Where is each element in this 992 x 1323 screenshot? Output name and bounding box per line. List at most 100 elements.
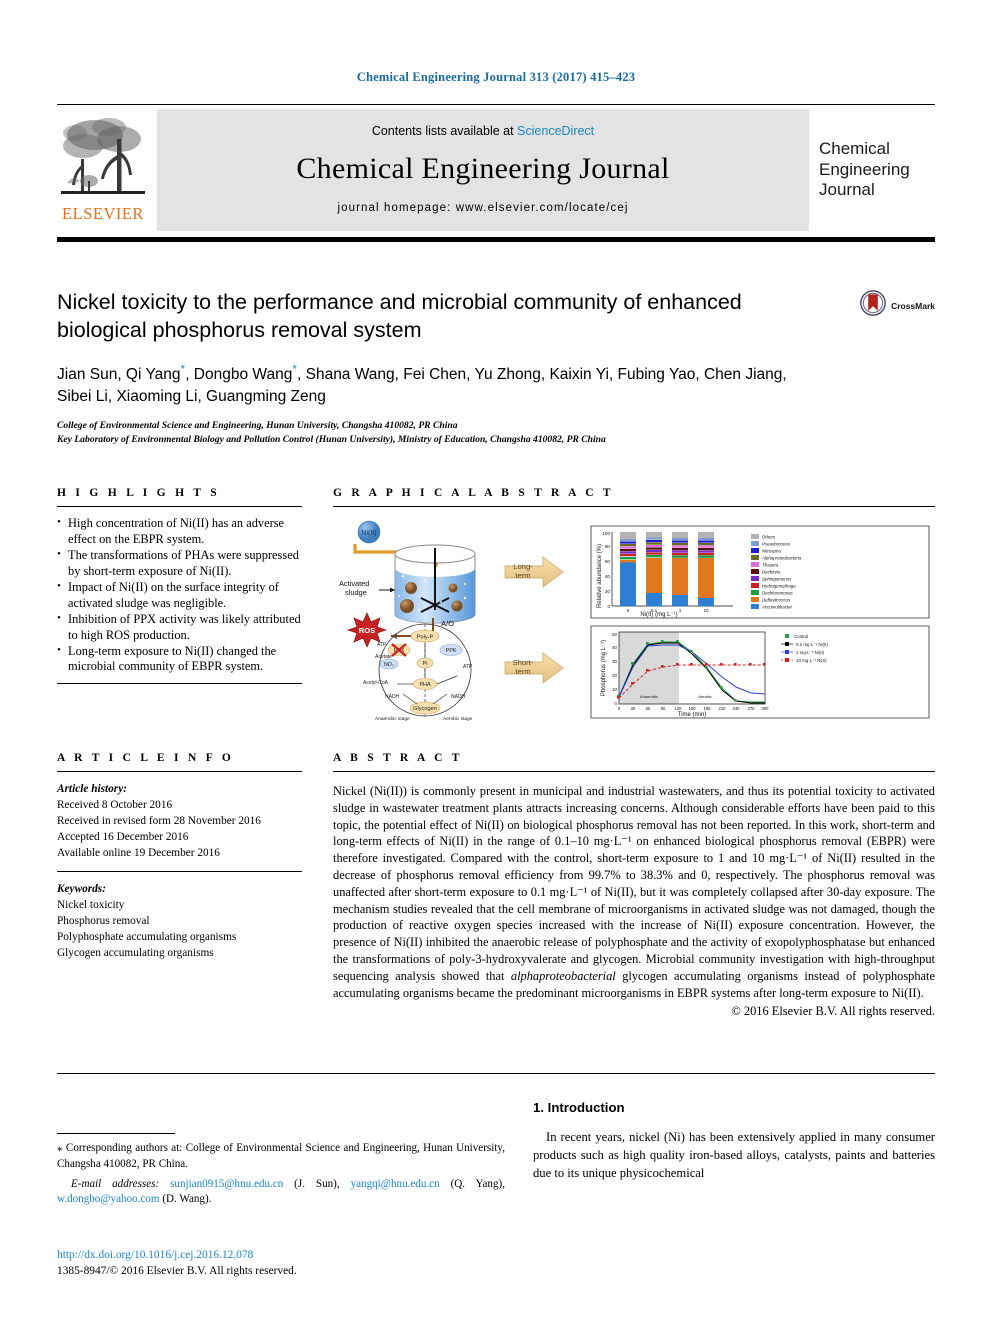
abstract-copyright: © 2016 Elsevier B.V. All rights reserved… — [731, 1004, 935, 1019]
svg-text:Nitrospira: Nitrospira — [762, 549, 781, 554]
email-link-2[interactable]: yangqi@hnu.edu.cn — [351, 1178, 440, 1190]
svg-text:Activated: Activated — [339, 579, 369, 588]
svg-text:80: 80 — [605, 544, 611, 549]
journal-cover-thumbnail: Chemical Engineering Journal — [819, 109, 935, 231]
highlights-list: High concentration of Ni(II) has an adve… — [57, 515, 302, 676]
contents-available-line: Contents lists available at ScienceDirec… — [372, 124, 594, 138]
svg-text:150: 150 — [689, 706, 697, 711]
svg-text:60: 60 — [605, 559, 611, 564]
svg-text:60: 60 — [646, 706, 651, 711]
list-item: Long-term exposure to Ni(II) changed the… — [57, 643, 302, 676]
graphical-abstract-section: G R A P H I C A L A B S T R A C T Ni(II)… — [333, 487, 935, 721]
list-item: High concentration of Ni(II) has an adve… — [57, 515, 302, 548]
svg-text:ROS: ROS — [359, 626, 375, 635]
long-term-arrow: Long- term — [504, 556, 564, 588]
svg-text:Aerobic stage: Aerobic stage — [443, 716, 473, 721]
author-list: Jian Sun, Qi Yang*, Dongbo Wang*, Shana … — [57, 361, 935, 408]
svg-text:Anaerobic stage: Anaerobic stage — [375, 716, 410, 721]
introduction-paragraph: In recent years, nickel (Ni) has been ex… — [533, 1130, 935, 1180]
abstract-text-italic: alphaproteobacterial — [510, 968, 616, 983]
abstract-heading: A B S T R A C T — [333, 752, 463, 764]
svg-text:Sphingomonas: Sphingomonas — [762, 577, 792, 582]
svg-text:40: 40 — [605, 574, 611, 579]
keyword-item: Nickel toxicity — [57, 899, 125, 912]
masthead-center: Contents lists available at ScienceDirec… — [157, 109, 809, 231]
svg-text:PPK: PPK — [446, 648, 457, 654]
article-info-rule — [57, 771, 302, 772]
email-link-3[interactable]: w.dongbo@yahoo.com — [57, 1193, 160, 1205]
article-info-section: A R T I C L E I N F O Article history: R… — [57, 752, 302, 961]
elsevier-wordmark: ELSEVIER — [62, 204, 144, 223]
svg-text:A/O: A/O — [441, 619, 454, 628]
svg-text:Ni(II) (mg L⁻¹): Ni(II) (mg L⁻¹) — [640, 612, 677, 618]
sciencedirect-link[interactable]: ScienceDirect — [517, 124, 594, 138]
email-addresses-note: E-mail addresses: sunjian0915@hnu.edu.cn… — [57, 1177, 505, 1209]
graphical-abstract-heading: G R A P H I C A L A B S T R A C T — [333, 487, 614, 499]
keywords-block: Keywords: Nickel toxicity Phosphorus rem… — [57, 881, 302, 961]
email-owner-2: (Q. Yang), — [439, 1177, 505, 1190]
svg-text:Aerobic: Aerobic — [698, 694, 712, 699]
relative-abundance-bar-chart: Relative abundance (%) Ni(II) (mg L⁻¹) 0… — [590, 525, 930, 619]
svg-text:180: 180 — [704, 706, 712, 711]
masthead-bottom-rule — [57, 237, 935, 242]
svg-text:1: 1 — [679, 608, 682, 613]
article-title-block: CrossMark Nickel toxicity to the perform… — [57, 288, 935, 447]
svg-text:1 mg·L⁻¹ Ni(II): 1 mg·L⁻¹ Ni(II) — [796, 650, 825, 655]
highlights-heading: H I G H L I G H T S — [57, 487, 220, 499]
issn-copyright-line: 1385-8947/© 2016 Elsevier B.V. All right… — [57, 1264, 297, 1277]
svg-text:Defluviicoccus: Defluviicoccus — [762, 598, 791, 603]
svg-text:sludge: sludge — [345, 588, 367, 597]
journal-homepage-link[interactable]: journal homepage: www.elsevier.com/locat… — [337, 202, 628, 214]
short-term-arrow: Short- term — [504, 652, 564, 684]
running-head: Chemical Engineering Journal 313 (2017) … — [356, 70, 636, 84]
affiliation-2: Key Laboratory of Environmental Biology … — [57, 433, 606, 445]
journal-article-first-page: Chemical Engineering Journal 313 (2017) … — [0, 0, 992, 1323]
svg-text:ATP: ATP — [463, 664, 473, 670]
cover-line-3: Journal — [819, 180, 875, 200]
svg-text:Relative abundance (%): Relative abundance (%) — [597, 544, 603, 608]
crossmark-label: CrossMark — [891, 300, 935, 311]
article-history: Article history: Received 8 October 2016… — [57, 781, 302, 861]
svg-text:Ni(II): Ni(II) — [361, 530, 376, 537]
elsevier-logo: ELSEVIER — [57, 109, 149, 231]
doi-block: http://dx.doi.org/10.1016/j.cej.2016.12.… — [57, 1248, 505, 1280]
svg-text:30: 30 — [612, 659, 617, 664]
authors-line-1b: , Dongbo Wang — [185, 365, 293, 383]
highlights-rule — [57, 506, 302, 507]
keywords-label: Keywords: — [57, 883, 106, 896]
svg-text:Poly-P: Poly-P — [417, 635, 434, 641]
svg-text:NADH: NADH — [451, 694, 466, 700]
svg-text:NO₃: NO₃ — [384, 662, 394, 668]
email-link-1[interactable]: sunjian0915@hnu.edu.cn — [170, 1178, 283, 1190]
highlights-section: H I G H L I G H T S High concentration o… — [57, 487, 302, 685]
journal-masthead: ELSEVIER Contents lists available at Sci… — [57, 104, 935, 242]
email-label: E-mail addresses: — [71, 1177, 160, 1190]
crossmark-badge[interactable]: CrossMark — [860, 290, 935, 321]
svg-text:40: 40 — [612, 645, 617, 650]
svg-text:20: 20 — [605, 589, 611, 594]
email-owner-3: (D. Wang). — [159, 1193, 212, 1206]
svg-text:10 mg·L⁻¹ Ni(II): 10 mg·L⁻¹ Ni(II) — [796, 658, 827, 663]
footnote-separator-rule — [57, 1133, 175, 1134]
svg-text:term: term — [515, 667, 530, 676]
svg-text:50: 50 — [612, 632, 617, 637]
contents-prefix: Contents lists available at — [371, 124, 518, 138]
affiliation-1: College of Environmental Science and Eng… — [57, 419, 458, 431]
corresponding-text: Corresponding authors at: College of Env… — [57, 1142, 505, 1170]
svg-text:0.1 mg·L⁻¹ Ni(II): 0.1 mg·L⁻¹ Ni(II) — [796, 642, 828, 647]
keyword-item: Polyphosphate accumulating organisms — [57, 931, 237, 944]
corresponding-author-note: ⁎ Corresponding authors at: College of E… — [57, 1141, 505, 1173]
phosphorus-time-line-chart: Phosphorus (mg L⁻¹) Time (min) 01020 304… — [590, 625, 930, 719]
svg-text:Alphaproteobacteria: Alphaproteobacteria — [761, 556, 802, 561]
svg-text:Short-: Short- — [513, 658, 534, 667]
svg-text:240: 240 — [733, 706, 741, 711]
svg-text:Time (min): Time (min) — [678, 712, 706, 718]
authors-line-1c: , Shana Wang, Fei Chen, Yu Zhong, Kaixin… — [297, 365, 787, 383]
svg-text:20: 20 — [612, 673, 617, 678]
highlights-bottom-rule — [57, 683, 302, 685]
svg-text:Dechloromonas: Dechloromonas — [762, 591, 794, 596]
doi-link[interactable]: http://dx.doi.org/10.1016/j.cej.2016.12.… — [57, 1248, 505, 1264]
affiliations: College of Environmental Science and Eng… — [57, 419, 935, 447]
footnotes-block: ⁎ Corresponding authors at: College of E… — [57, 1133, 505, 1208]
svg-text:Acetyl-CoA: Acetyl-CoA — [363, 680, 389, 686]
